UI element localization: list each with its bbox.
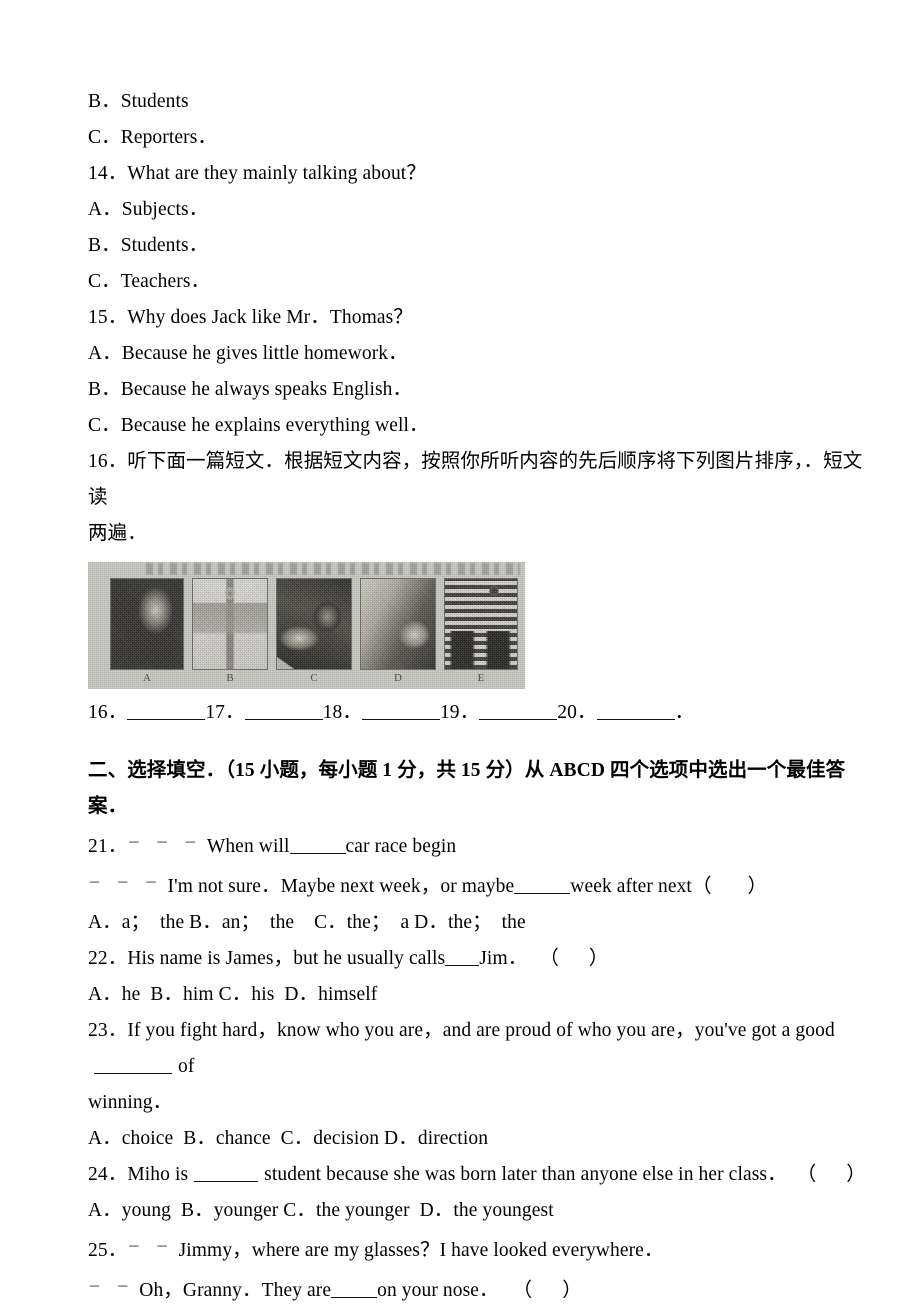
answer-trailing-period: ． [674, 702, 695, 723]
answer-blank-18[interactable] [361, 700, 440, 720]
question-24-number: 24． [88, 1164, 128, 1185]
section-two-heading-line2: 案． [88, 796, 128, 817]
question-21-reply-after: week after next [570, 876, 692, 897]
answer-blank-20[interactable] [596, 700, 675, 720]
exam-paper-page: B．Students C．Reporters． 14．What are they… [0, 0, 920, 1302]
question-25-stem: 25．－ － Jimmy，where are my glasses？I have … [88, 1229, 878, 1269]
page-content: B．Students C．Reporters． 14．What are they… [88, 84, 878, 1309]
question-22-stem-after: Jim． [479, 948, 528, 969]
question-24-stem-after: student because she was born later than … [264, 1164, 787, 1185]
question-22-bracket-open: （ [539, 948, 559, 969]
picture-b-caption: B [226, 672, 234, 684]
question-23-options: A．choice B．chance C．decision D．direction [88, 1128, 489, 1149]
question-21-bracket-close: ） [747, 876, 767, 897]
scan-smudge-artifact [146, 563, 520, 575]
answer-blank-19[interactable] [479, 700, 558, 720]
question-24-stem: 24．Miho is student because she was born l… [88, 1157, 878, 1193]
question-22-number: 22． [88, 948, 128, 969]
question-21-stem-before: When will [206, 836, 290, 857]
question-15-option-c: C．Because he explains everything well． [88, 415, 429, 436]
question-23-stem-after: of [178, 1056, 195, 1077]
question-21-number: 21． [88, 836, 128, 857]
question-24-blank[interactable] [194, 1162, 259, 1182]
answer-blank-16[interactable] [127, 700, 206, 720]
answer-label-20: 20． [557, 702, 597, 723]
answer-blank-17[interactable] [244, 700, 323, 720]
question-15-option-a: A．Because he gives little homework． [88, 343, 408, 364]
question-25-bracket-open: （ [512, 1280, 533, 1301]
answer-blanks-16-to-20: 16． 17． 18． 19． 20． ． [88, 695, 878, 731]
answer-label-17: 17． [205, 702, 245, 723]
listening-picture-strip: A B C D E [88, 562, 525, 689]
picture-a-photo [110, 578, 184, 670]
picture-c-caption: C [310, 672, 318, 684]
question-21-blank-2[interactable] [514, 874, 571, 894]
question-25-bracket-close: ） [562, 1280, 582, 1301]
option-b-students: B．Students [88, 91, 189, 112]
question-22-stem-before: His name is James，but he usually calls [127, 948, 446, 969]
question-25-reply-after: on your nose． [377, 1280, 499, 1301]
question-22-blank[interactable] [445, 946, 480, 966]
dialogue-dash-icon: － － [88, 1279, 136, 1294]
question-25-stem-text: Jimmy，where are my glasses？I have looked… [178, 1240, 664, 1261]
question-24-bracket-close: ） [846, 1164, 866, 1185]
question-23-blank[interactable] [94, 1054, 172, 1074]
question-21-stem: 21．－ － － When will car race begin [88, 825, 878, 865]
question-22-stem: 22．His name is James，but he usually call… [88, 941, 878, 977]
question-14-option-a: A．Subjects． [88, 199, 209, 220]
picture-b-photo [192, 578, 268, 670]
question-15-option-b: B．Because he always speaks English． [88, 379, 413, 400]
question-22-options: A．he B．him C．his D．himself [88, 984, 378, 1005]
picture-c-photo [276, 578, 352, 670]
picture-d-caption: D [394, 672, 402, 684]
question-16-stem-line1: 16．听下面一篇短文．根据短文内容，按照你所听内容的先后顺序将下列图片排序，．短… [88, 451, 863, 508]
question-23-stem: 23．If you fight hard，know who you are，an… [88, 1013, 878, 1085]
question-21-options: A．a； the B．an； the C．the； a D．the； the [88, 912, 526, 933]
question-24-stem-before: Miho is [127, 1164, 189, 1185]
question-25-number: 25． [88, 1240, 128, 1261]
question-14-stem: 14．What are they mainly talking about？ [88, 163, 426, 184]
question-14-option-b: B．Students． [88, 235, 209, 256]
question-25-blank[interactable] [331, 1278, 378, 1298]
question-25-reply-before: Oh，Granny．They are [139, 1280, 332, 1301]
dialogue-dash-icon: － － － [127, 835, 203, 850]
question-16-stem-line2: 两遍． [88, 523, 147, 544]
question-22-bracket-close: ） [588, 948, 609, 969]
question-21-blank-1[interactable] [289, 834, 346, 854]
section-two-heading-line1: 二、选择填空．（15 小题，每小题 1 分，共 15 分）从 ABCD 四个选项… [88, 760, 846, 781]
question-23-number: 23． [88, 1020, 128, 1041]
question-21-reply-before: I'm not sure．Maybe next week，or maybe [167, 876, 515, 897]
question-14-option-c: C．Teachers． [88, 271, 211, 292]
dialogue-dash-icon: － － [127, 1239, 175, 1254]
answer-label-16: 16． [88, 702, 128, 723]
question-24-bracket-open: （ [796, 1164, 817, 1185]
picture-e-photo [444, 578, 518, 670]
question-23-stem-before: If you fight hard，know who you are，and a… [127, 1020, 835, 1041]
question-25-reply: － － Oh，Granny．They are on your nose． （ ） [88, 1269, 878, 1309]
question-15-stem: 15．Why does Jack like Mr．Thomas？ [88, 307, 413, 328]
question-23-stem-line2: winning． [88, 1092, 173, 1113]
picture-e-caption: E [477, 672, 485, 684]
answer-label-18: 18． [322, 702, 362, 723]
picture-d-photo [360, 578, 436, 670]
dialogue-dash-icon: － － － [88, 875, 164, 890]
option-c-reporters: C．Reporters． [88, 127, 218, 148]
answer-label-19: 19． [439, 702, 480, 723]
picture-a-caption: A [143, 672, 151, 684]
question-21-reply: － － － I'm not sure．Maybe next week，or may… [88, 865, 878, 905]
question-24-options: A．young B．younger C．the younger D．the yo… [88, 1200, 554, 1221]
question-21-stem-after: car race begin [345, 836, 457, 857]
question-21-bracket-open: （ [691, 876, 712, 897]
